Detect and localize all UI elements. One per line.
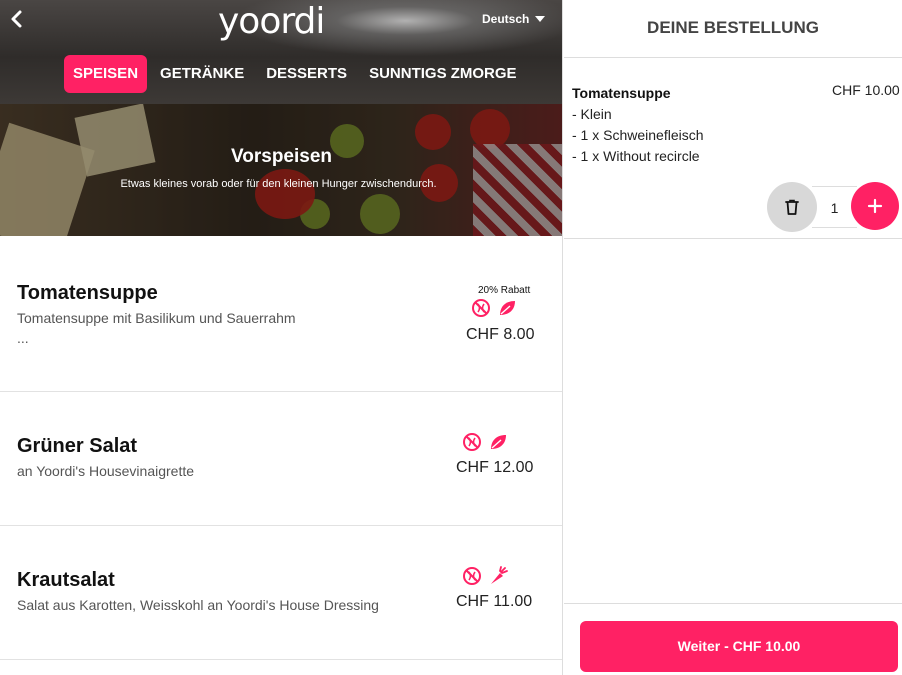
order-item-option: - Klein <box>572 106 612 122</box>
menu-item[interactable]: Krautsalat Salat aus Karotten, Weisskohl… <box>0 526 562 660</box>
menu-item-icons <box>462 432 508 452</box>
tab-desserts[interactable]: DESSERTS <box>257 55 356 93</box>
tab-getraenke[interactable]: GETRÄNKE <box>151 55 253 93</box>
menu-item-name: Tomatensuppe <box>17 282 158 304</box>
language-selector[interactable]: Deutsch <box>482 12 546 26</box>
menu-item-description: Tomatensuppe mit Basilikum und Sauerrahm <box>17 310 296 326</box>
carrot-icon <box>491 566 508 584</box>
order-footer: Weiter - CHF 10.00 <box>564 603 902 675</box>
menu-item-name: Krautsalat <box>17 569 115 591</box>
tab-speisen[interactable]: SPEISEN <box>64 55 148 93</box>
tab-sunntigs-zmorge[interactable]: SUNNTIGS ZMORGE <box>360 55 526 93</box>
menu-item-price: CHF 11.00 <box>456 593 533 610</box>
order-item-price: CHF 10.00 <box>832 82 900 98</box>
discount-badge: 20% Rabatt <box>478 285 531 296</box>
menu-item[interactable]: Tomatensuppe Tomatensuppe mit Basilikum … <box>0 236 562 392</box>
no-gluten-icon <box>463 567 481 585</box>
menu-item-price: CHF 12.00 <box>456 459 534 476</box>
menu-item-price: CHF 8.00 <box>466 326 535 343</box>
menu-item-more: ... <box>17 330 29 346</box>
plus-icon <box>867 198 883 214</box>
trash-icon <box>785 199 799 215</box>
menu-item-description: an Yoordi's Housevinaigrette <box>17 463 195 479</box>
app: yoordi Deutsch SPEISEN GETRÄNKE DESSERTS… <box>0 0 902 675</box>
chevron-left-icon <box>11 10 22 28</box>
menu-item-name: Grüner Salat <box>17 435 138 457</box>
category-subtitle: Etwas kleines vorab oder für den kleinen… <box>120 178 437 190</box>
category-banner: Vorspeisen Etwas kleines vorab oder für … <box>0 104 562 236</box>
category-nav: SPEISEN GETRÄNKE DESSERTS SUNNTIGS ZMORG… <box>64 55 526 93</box>
increase-quantity-button[interactable] <box>851 182 899 230</box>
order-item-name: Tomatensuppe <box>572 85 671 101</box>
remove-item-button[interactable] <box>767 182 817 232</box>
order-item: Tomatensuppe CHF 10.00 - Klein - 1 x Sch… <box>564 58 902 239</box>
language-label: Deutsch <box>482 12 530 26</box>
menu-list: Tomatensuppe Tomatensuppe mit Basilikum … <box>0 236 562 660</box>
no-gluten-icon <box>472 299 490 317</box>
quantity-stepper: 1 <box>767 182 899 232</box>
caret-down-icon <box>535 16 546 22</box>
back-button[interactable] <box>6 8 28 30</box>
banner-overlay <box>0 104 562 236</box>
menu-pane: yoordi Deutsch SPEISEN GETRÄNKE DESSERTS… <box>0 0 563 675</box>
order-item-option: - 1 x Schweinefleisch <box>572 127 704 143</box>
header: yoordi Deutsch SPEISEN GETRÄNKE DESSERTS… <box>0 0 562 104</box>
logo: yoordi <box>218 1 325 42</box>
category-title: Vorspeisen <box>230 146 333 167</box>
no-gluten-icon <box>463 433 481 451</box>
continue-button[interactable]: Weiter - CHF 10.00 <box>580 621 898 672</box>
leaf-icon <box>500 301 515 315</box>
menu-item-icons <box>462 566 508 586</box>
order-item-option: - 1 x Without recircle <box>572 148 700 164</box>
order-pane: DEINE BESTELLUNG Tomatensuppe CHF 10.00 … <box>564 0 902 675</box>
leaf-icon <box>491 435 506 449</box>
menu-item-description: Salat aus Karotten, Weisskohl an Yoordi'… <box>17 597 379 613</box>
order-title: DEINE BESTELLUNG <box>564 0 902 58</box>
menu-item[interactable]: Grüner Salat an Yoordi's Housevinaigrett… <box>0 392 562 526</box>
menu-item-icons <box>471 298 517 318</box>
